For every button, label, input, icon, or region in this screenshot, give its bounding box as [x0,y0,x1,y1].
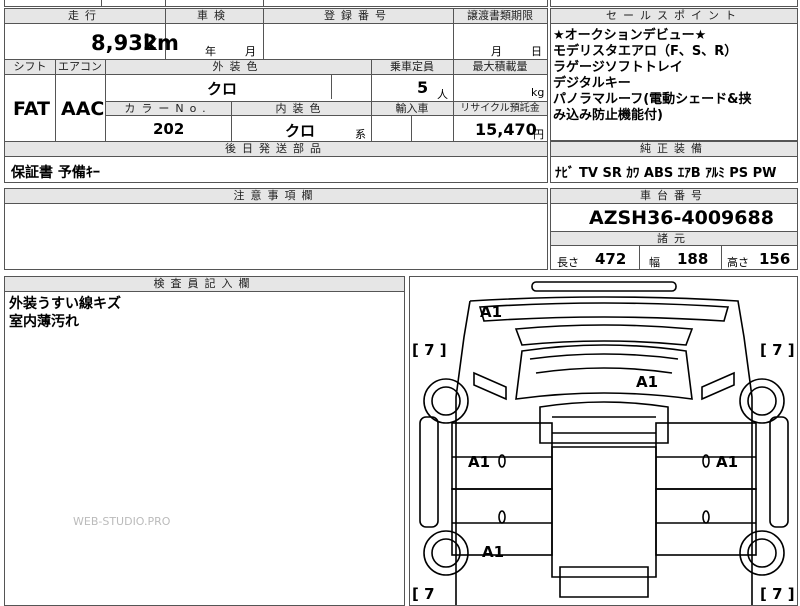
aircon-value: AAC [61,98,105,120]
sales-point-line: パノラマルーフ(電動シェード&挟 [553,92,752,107]
capacity-value: 5 [417,78,429,97]
interior-color-value: クロ [285,122,316,140]
import-header: 輸入車 [371,101,453,116]
capacity-unit: 人 [437,88,448,101]
specs-header: 諸元 [551,231,797,246]
exterior-color-header: 外装色 [105,60,371,75]
height-label: 高さ [727,256,749,269]
car-diagram-box: A1 A1 A1 A1 A1 [ 7 ] [ 7 ] [ 7 [ 7 ] [409,276,798,606]
transfer-day-unit: 日 [531,45,542,58]
equipment-box: 純正装備 ﾅﾋﾞ TV SR ｶﾜ ABS ｴｱB ｱﾙﾐ PS PW [550,141,798,183]
notes-box: 注意事項欄 [4,188,548,270]
row-later-parts: 後日発送部品 保証書 予備ｷｰ [4,141,548,183]
color-no-header: カラーNo. [105,101,231,116]
top-strip-right [550,0,798,7]
sales-points-list: ★オークションデビュー★ モデリスタエアロ（F、S、R） ラゲージソフトトレイ … [553,28,752,124]
shift-header: シフト [5,60,55,75]
damage-mark: A1 [482,543,504,561]
chassis-value: AZSH36-4009688 [589,207,774,229]
sales-points-header: セールスポイント [551,9,797,24]
max-load-unit: kg [531,86,545,99]
damage-mark: A1 [636,373,658,391]
inspector-box: 検査員記入欄 外装うすい線キズ 室内薄汚れ WEB-STUDIO.PRO [4,276,405,606]
max-load-header: 最大積載量 [453,60,547,75]
sales-point-line: モデリスタエアロ（F、S、R） [553,44,738,59]
inspection-month-unit: 月 [245,45,256,58]
inspector-header: 検査員記入欄 [5,277,404,292]
sales-point-line: デジタルキー [553,76,631,91]
damage-mark: A1 [716,453,738,471]
width-value: 188 [677,250,709,268]
length-label: 長さ [557,256,579,269]
height-value: 156 [759,250,791,268]
chassis-box: 車台番号 AZSH36-4009688 諸元 長さ 472 幅 188 高さ 1… [550,188,798,270]
capacity-header: 乗車定員 [371,60,453,75]
sales-point-box: セールスポイント ★オークションデビュー★ モデリスタエアロ（F、S、R） ラゲ… [550,8,798,141]
length-value: 472 [595,250,627,268]
later-parts-header: 後日発送部品 [5,142,547,157]
row-color: シフト エアコン 外装色 乗車定員 最大積載量 カラーNo. 内装色 輸入車 リ… [4,59,548,142]
inspector-lines: 外装うすい線キズ 室内薄汚れ [9,295,121,331]
interior-suffix: 系 [355,128,366,141]
recycle-unit: 円 [533,128,544,141]
sales-point-line: ★オークションデビュー★ [553,28,707,43]
inspector-line: 外装うすい線キズ [9,296,121,312]
exterior-color-value: クロ [207,80,238,98]
tire-label-front-right: [ 7 ] [760,341,795,359]
car-diagram: A1 A1 A1 A1 A1 [ 7 ] [ 7 ] [ 7 [ 7 ] [412,281,795,605]
chassis-header: 車台番号 [551,189,797,204]
registration-header: 登録番号 [263,9,453,24]
inspection-header: 車検 [165,9,263,24]
damage-mark: A1 [480,303,502,321]
color-no-value: 202 [153,120,185,138]
equipment-value: ﾅﾋﾞ TV SR ｶﾜ ABS ｴｱB ｱﾙﾐ PS PW [555,166,777,181]
transfer-header: 譲渡書類期限 [453,9,547,24]
transfer-month-unit: 月 [491,45,502,58]
interior-color-header: 内装色 [231,101,371,116]
notes-header: 注意事項欄 [5,189,547,204]
aircon-header: エアコン [55,60,105,75]
watermark: WEB-STUDIO.PRO [73,515,171,528]
equipment-header: 純正装備 [551,142,797,157]
recycle-fee-value: 15,470 [475,120,537,139]
recycle-header: リサイクル預託金 [453,101,547,116]
tire-label-rear-right: [ 7 ] [760,585,795,603]
damage-mark: A1 [468,453,490,471]
inspection-year-unit: 年 [205,45,216,58]
inspector-line: 室内薄汚れ [9,314,79,330]
tire-label-front-left: [ 7 ] [412,341,447,359]
mileage-header: 走行 [5,9,165,24]
sales-point-line: み込み防止機能付) [553,108,663,123]
mileage-unit: km [143,31,179,55]
top-strip [4,0,548,7]
width-label: 幅 [649,256,660,269]
row-mileage: 走行 車検 登録番号 譲渡書類期限 8,932 km 年 月 月 日 [4,8,548,60]
sales-point-line: ラゲージソフトトレイ [553,60,683,75]
tire-label-rear-left: [ 7 [412,585,435,603]
later-parts-value: 保証書 予備ｷｰ [11,165,100,181]
shift-value: FAT [13,98,50,120]
